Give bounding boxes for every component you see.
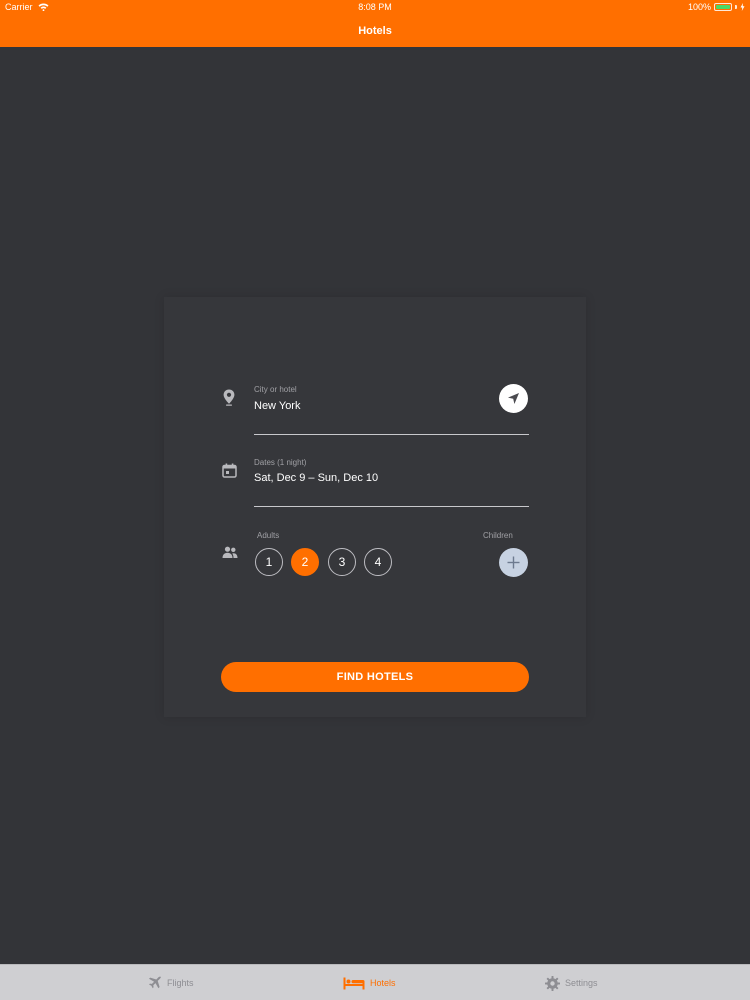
dates-input[interactable]: Sat, Dec 9 – Sun, Dec 10 (254, 472, 529, 484)
tab-flights[interactable]: Flights (148, 965, 194, 1000)
adults-option-4[interactable]: 4 (364, 548, 392, 576)
find-hotels-button[interactable]: FIND HOTELS (221, 662, 529, 692)
battery-tip (735, 5, 737, 9)
navigation-bar: Carrier 8:08 PM 100% Hotels (0, 0, 750, 47)
status-battery: 100% (688, 2, 745, 12)
adults-option-2[interactable]: 2 (291, 548, 319, 576)
adults-label: Adults (257, 531, 280, 540)
tab-bar: Flights Hotels Settings (0, 964, 750, 1000)
city-underline (254, 434, 529, 435)
tab-settings[interactable]: Settings (545, 965, 598, 1000)
tab-hotels[interactable]: Hotels (343, 965, 396, 1000)
people-icon (222, 546, 238, 558)
adults-option-1[interactable]: 1 (255, 548, 283, 576)
battery-percent: 100% (687, 2, 711, 12)
dates-label: Dates (1 night) (254, 458, 307, 467)
bed-icon (343, 977, 365, 989)
gear-icon (545, 975, 560, 991)
battery-icon (714, 3, 732, 11)
charging-icon (740, 3, 745, 11)
status-time: 8:08 PM (358, 2, 392, 12)
tab-hotels-label: Hotels (370, 978, 396, 988)
airplane-icon (149, 976, 161, 989)
city-input[interactable]: New York (254, 400, 489, 412)
location-arrow-icon (508, 393, 519, 404)
city-label: City or hotel (254, 385, 297, 394)
page-title: Hotels (358, 25, 392, 37)
tab-settings-label: Settings (565, 978, 598, 988)
dates-underline (254, 506, 529, 507)
tab-flights-label: Flights (167, 978, 194, 988)
search-card (164, 297, 586, 717)
location-pin-icon (223, 389, 235, 406)
plus-icon (507, 556, 520, 569)
add-children-button[interactable] (499, 548, 528, 577)
adults-option-3[interactable]: 3 (328, 548, 356, 576)
children-label: Children (483, 531, 513, 540)
current-location-button[interactable] (499, 384, 528, 413)
calendar-icon (222, 463, 237, 478)
